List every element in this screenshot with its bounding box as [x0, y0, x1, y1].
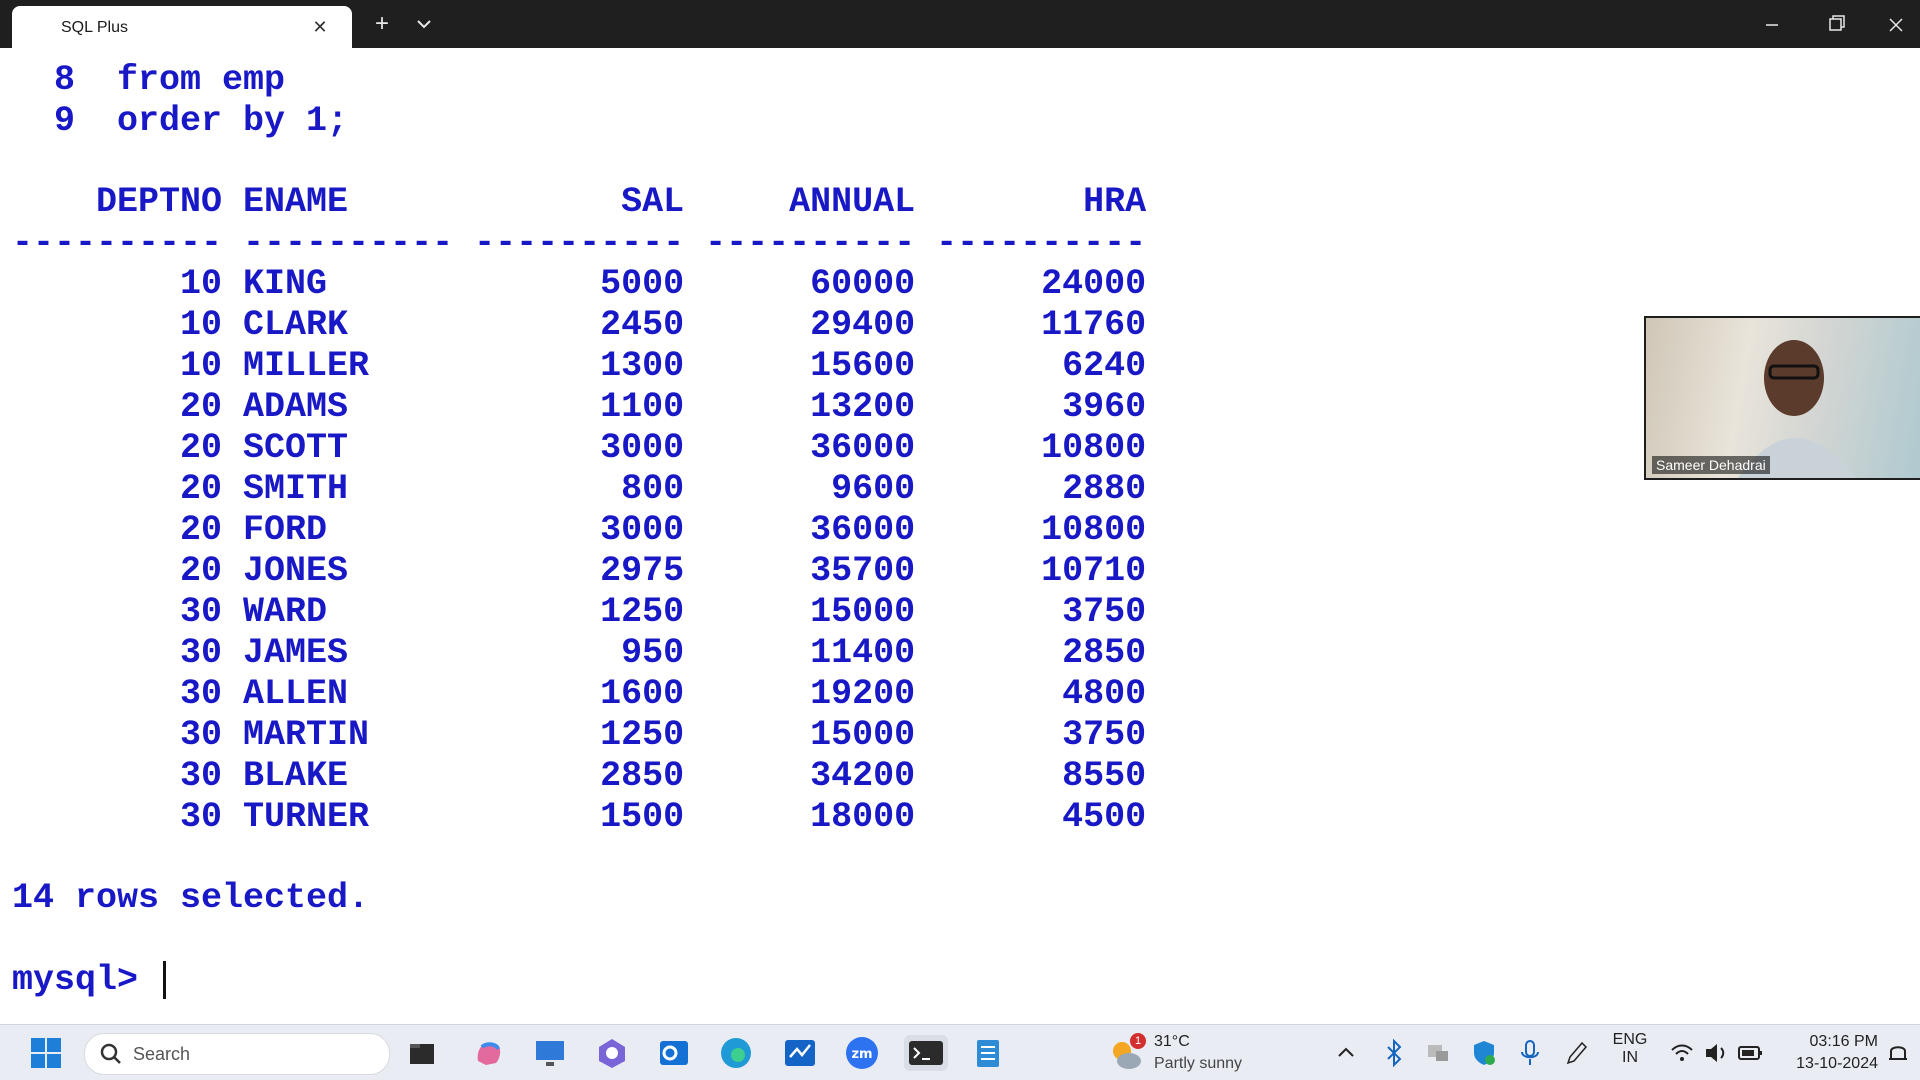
notepad-icon[interactable]	[970, 1035, 1006, 1071]
volume-icon[interactable]	[1702, 1035, 1730, 1071]
file-explorer-icon[interactable]	[404, 1035, 440, 1071]
network-share-icon[interactable]	[1424, 1035, 1452, 1071]
rows-selected-message: 14 rows selected.	[12, 878, 370, 918]
text-cursor	[163, 960, 167, 999]
search-icon	[99, 1042, 123, 1071]
edge-icon[interactable]	[718, 1035, 754, 1071]
teams-icon[interactable]	[594, 1035, 630, 1071]
wifi-icon[interactable]	[1668, 1035, 1696, 1071]
taskbar-search[interactable]: Search	[84, 1033, 390, 1075]
new-tab-button[interactable]: +	[368, 10, 396, 38]
security-shield-icon[interactable]	[1470, 1035, 1498, 1071]
svg-text:zm: zm	[851, 1047, 872, 1062]
pen-icon[interactable]	[1562, 1035, 1590, 1071]
chevron-up-icon[interactable]	[1332, 1035, 1360, 1071]
remote-desktop-icon[interactable]	[532, 1035, 568, 1071]
video-participant-tile[interactable]: Sameer Dehadrai	[1644, 316, 1920, 480]
outlook-icon[interactable]	[656, 1035, 692, 1071]
tab-sql-plus[interactable]: SQL Plus ✕	[12, 6, 352, 48]
clock-time: 03:16 PM	[1809, 1033, 1878, 1050]
bluetooth-icon[interactable]	[1380, 1035, 1408, 1071]
whiteboard-icon[interactable]	[782, 1035, 818, 1071]
copilot-icon[interactable]	[470, 1035, 506, 1071]
weather-description: Partly sunny	[1154, 1055, 1243, 1072]
battery-icon[interactable]	[1736, 1035, 1764, 1071]
region-code: IN	[1622, 1049, 1638, 1066]
clock-date: 13-10-2024	[1796, 1055, 1878, 1072]
minimize-button[interactable]	[1740, 0, 1804, 48]
windows-start-icon[interactable]	[28, 1035, 64, 1071]
chevron-down-icon[interactable]	[412, 12, 436, 36]
system-clock[interactable]: 03:16 PM 13-10-2024	[1770, 1031, 1878, 1075]
taskbar: Search zm 1 31°C Partly sunny ENG IN 03:…	[0, 1024, 1920, 1080]
prompt-label: mysql>	[12, 960, 160, 1000]
tab-close-icon[interactable]: ✕	[308, 15, 332, 39]
language-indicator[interactable]: ENG IN	[1608, 1031, 1652, 1067]
zoom-icon[interactable]: zm	[844, 1035, 880, 1071]
weather-temperature: 31°C	[1154, 1033, 1190, 1050]
tab-title: SQL Plus	[61, 19, 128, 36]
restore-button[interactable]	[1804, 0, 1868, 48]
weather-badge: 1	[1130, 1033, 1146, 1049]
query-results-table: DEPTNO ENAME SAL ANNUAL HRA ---------- -…	[12, 182, 1147, 837]
participant-name: Sameer Dehadrai	[1652, 456, 1770, 474]
command-prompt[interactable]: mysql>	[12, 960, 167, 1001]
close-window-button[interactable]	[1872, 0, 1920, 48]
terminal-icon[interactable]	[904, 1035, 948, 1071]
search-placeholder: Search	[133, 1044, 191, 1064]
video-feed	[1646, 318, 1920, 478]
sql-code-lines: 8 from emp 9 order by 1;	[54, 60, 349, 141]
terminal-output[interactable]: 8 from emp 9 order by 1; DEPTNO ENAME SA…	[0, 48, 1920, 1024]
microphone-icon[interactable]	[1516, 1035, 1544, 1071]
language-code: ENG	[1612, 1031, 1648, 1048]
title-bar: SQL Plus ✕ +	[0, 0, 1920, 48]
notification-bell-icon[interactable]	[1884, 1035, 1912, 1071]
